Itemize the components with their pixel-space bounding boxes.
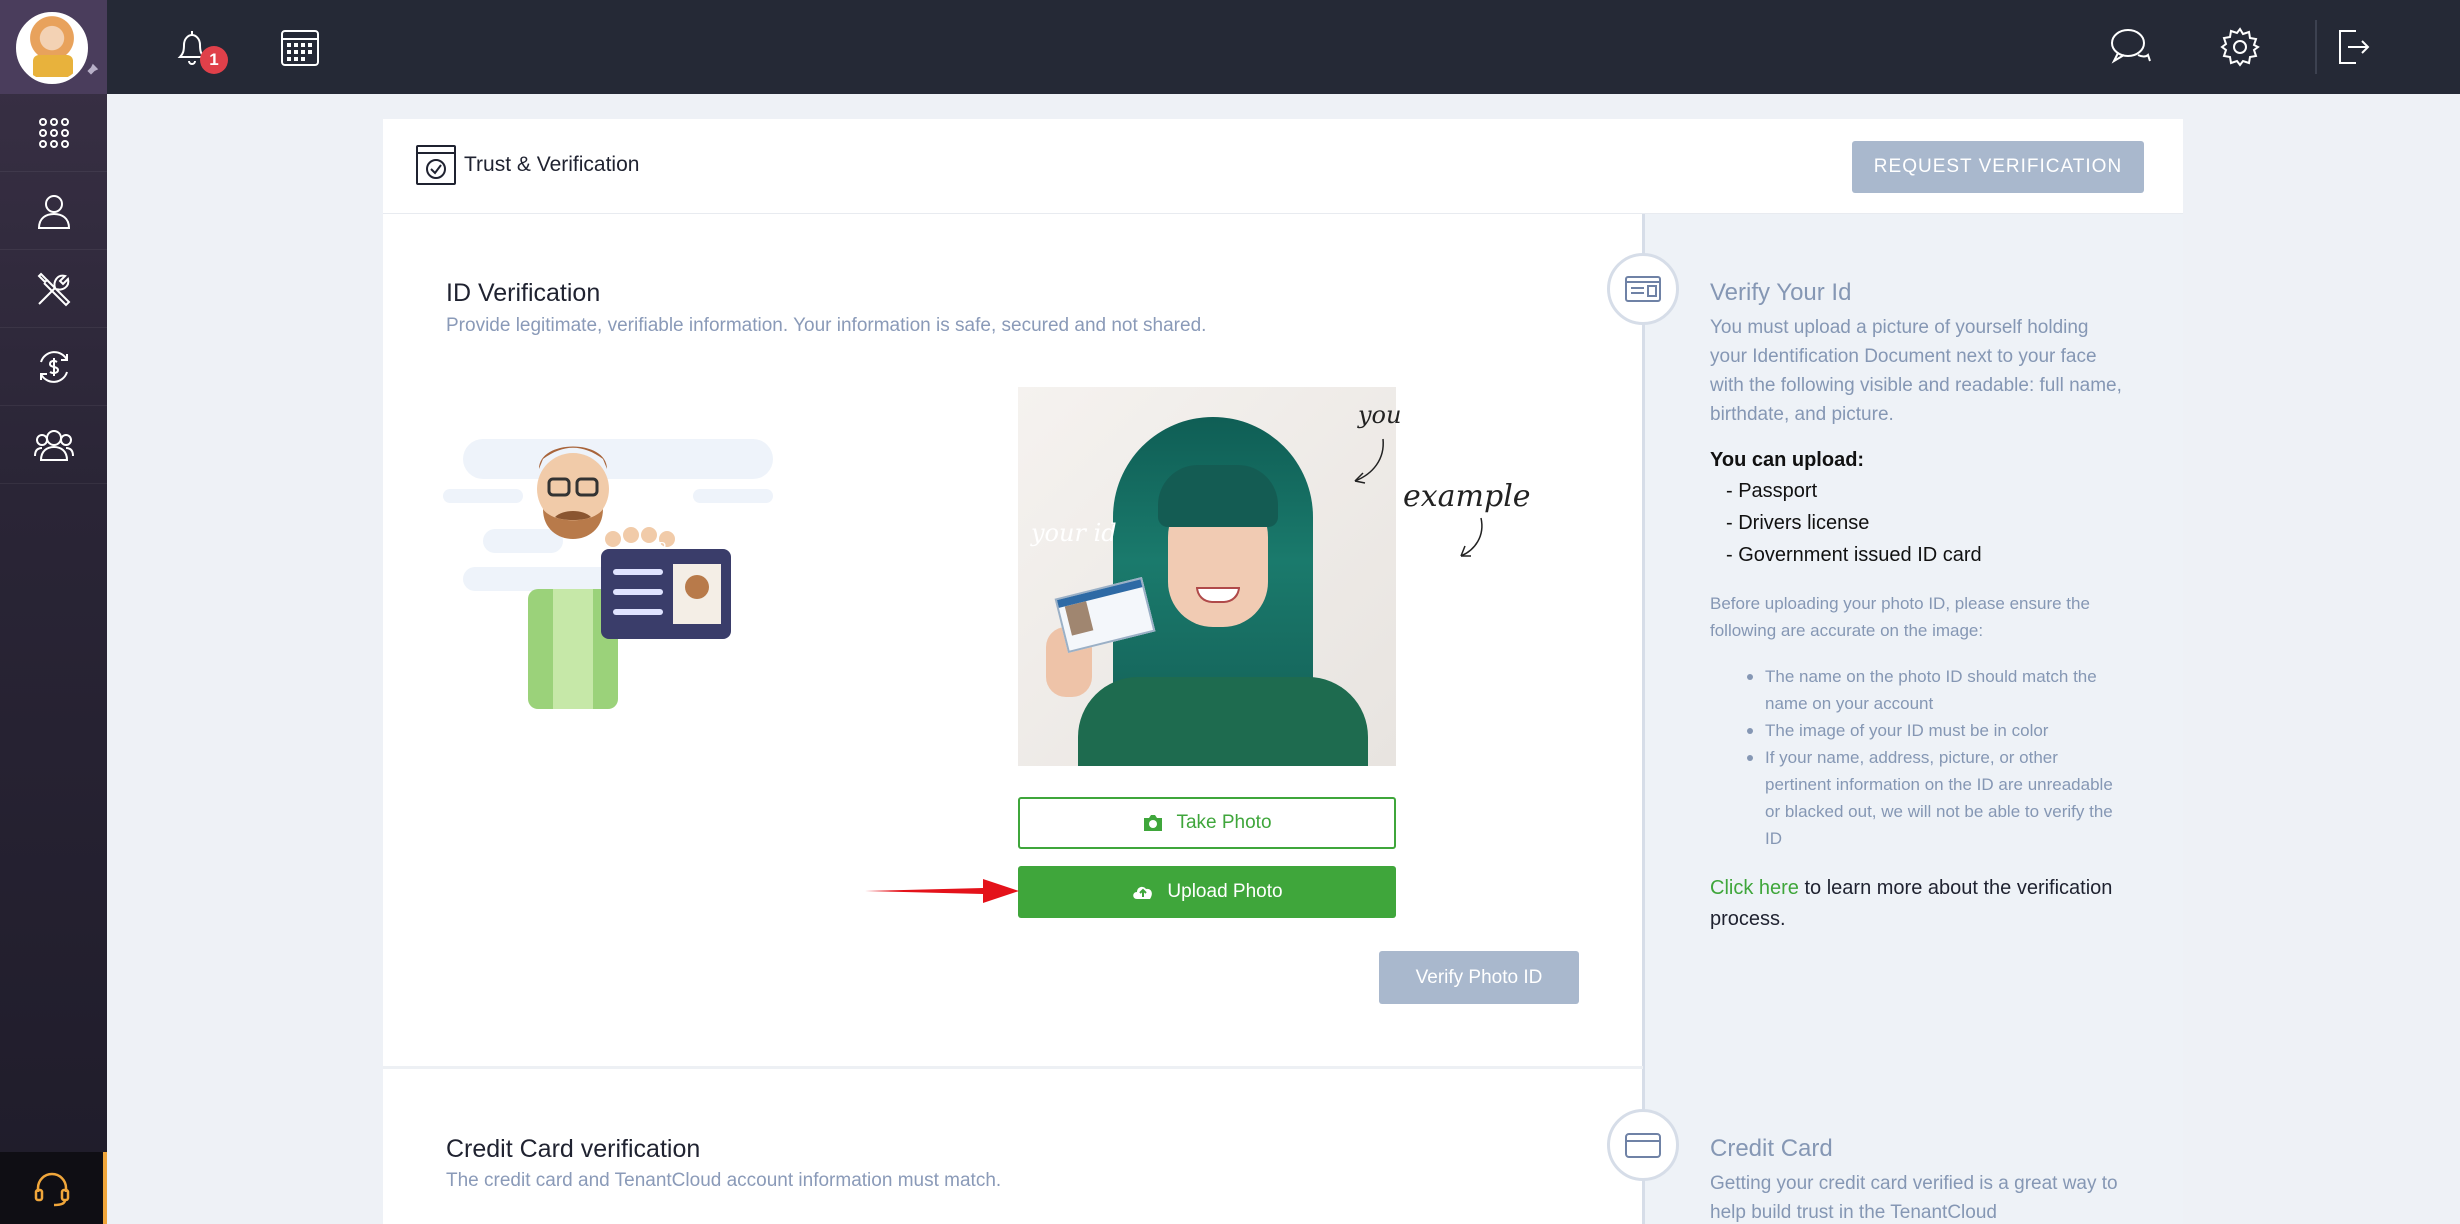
calendar-button[interactable]: [275, 22, 325, 72]
notification-badge: 1: [200, 46, 228, 74]
upload-option-passport: - Passport: [1726, 480, 1818, 502]
credit-card-subtitle: The credit card and TenantCloud account …: [446, 1170, 1002, 1191]
contacts-icon: [33, 429, 74, 461]
requirement-item: If your name, address, picture, or other…: [1743, 744, 2123, 852]
red-arrow-annotation: [865, 879, 1019, 903]
request-verification-button[interactable]: REQUEST VERIFICATION: [1852, 141, 2144, 193]
topbar-divider: [2315, 20, 2317, 74]
step-id-circle: [1607, 253, 1679, 325]
tools-icon: [37, 272, 70, 306]
verify-your-id-text: You must upload a picture of yourself ho…: [1710, 317, 2122, 425]
finance-icon: [39, 350, 68, 383]
page-title: Trust & Verification: [464, 153, 640, 176]
logout-icon: [2339, 30, 2370, 64]
requirement-item: The image of your ID must be in color: [1743, 717, 2123, 744]
trust-verification-icon: [416, 145, 456, 185]
timeline-line: [1642, 214, 1645, 1224]
chat-icon: [2111, 29, 2151, 64]
sidebar: [0, 0, 107, 1224]
id-card-icon: [1625, 276, 1661, 302]
upload-option-license: - Drivers license: [1726, 512, 1870, 534]
upload-option-gov-id: - Government issued ID card: [1726, 544, 1982, 566]
messages-button[interactable]: [2105, 22, 2155, 72]
top-bar: 1: [107, 0, 2460, 94]
user-icon: [37, 194, 70, 229]
cloud-upload-icon: [1133, 886, 1153, 899]
camera-icon: [1144, 815, 1163, 831]
sidebar-item-apps[interactable]: [0, 94, 107, 172]
annotation-your-id: your id: [1031, 519, 1117, 547]
take-photo-button[interactable]: Take Photo: [1018, 797, 1396, 849]
id-verification-subtitle: Provide legitimate, verifiable informati…: [446, 315, 1207, 336]
id-verification-title: ID Verification: [446, 279, 601, 307]
credit-card-panel-text: Getting your credit card verified is a g…: [1710, 1173, 2118, 1223]
avatar[interactable]: [16, 12, 88, 84]
example-arrow: [1460, 517, 1483, 557]
headset-icon: [34, 1172, 69, 1207]
annotation-you: you: [1358, 401, 1402, 429]
sidebar-item-maintenance[interactable]: [0, 250, 107, 328]
you-can-upload-label: You can upload:: [1710, 449, 1865, 471]
id-card-label: ID: [656, 541, 666, 552]
click-here-link[interactable]: Click here: [1710, 877, 1799, 899]
upload-photo-button[interactable]: Upload Photo: [1018, 866, 1396, 918]
credit-card-panel-title: Credit Card: [1710, 1135, 1833, 1162]
verification-card: Trust & Verification REQUEST VERIFICATIO…: [383, 119, 2183, 1224]
verify-your-id-title: Verify Your Id: [1710, 279, 1852, 306]
settings-button[interactable]: [2215, 22, 2265, 72]
id-illustration: [443, 439, 773, 709]
sidebar-item-profile[interactable]: [0, 172, 107, 250]
calendar-icon: [281, 30, 319, 66]
gear-icon: [2220, 27, 2260, 67]
learn-more-text: Click here to learn more about the verif…: [1710, 873, 2130, 935]
card-header: Trust & Verification REQUEST VERIFICATIO…: [383, 119, 2183, 214]
apps-grid-icon: [38, 117, 69, 148]
before-uploading-text: Before uploading your photo ID, please e…: [1710, 594, 2090, 640]
verify-photo-id-button[interactable]: Verify Photo ID: [1379, 951, 1579, 1004]
upload-photo-label: Upload Photo: [1167, 881, 1283, 902]
sidebar-item-contacts[interactable]: [0, 406, 107, 484]
support-button[interactable]: [0, 1152, 107, 1224]
pin-icon[interactable]: [82, 62, 100, 80]
profile-area[interactable]: [0, 0, 107, 94]
credit-card-icon: [1625, 1133, 1661, 1158]
example-photo: [1018, 387, 1396, 766]
annotation-example: example: [1403, 479, 1531, 514]
requirements-list: The name on the photo ID should match th…: [1743, 663, 2123, 852]
take-photo-label: Take Photo: [1176, 812, 1272, 833]
credit-card-title: Credit Card verification: [446, 1135, 701, 1163]
section-divider: [383, 1066, 1643, 1069]
step-credit-card-circle: [1607, 1109, 1679, 1181]
logout-button[interactable]: [2327, 22, 2377, 72]
requirement-item: The name on the photo ID should match th…: [1743, 663, 2123, 717]
annotation-arrows: [1354, 438, 1384, 484]
sidebar-item-accounting[interactable]: [0, 328, 107, 406]
